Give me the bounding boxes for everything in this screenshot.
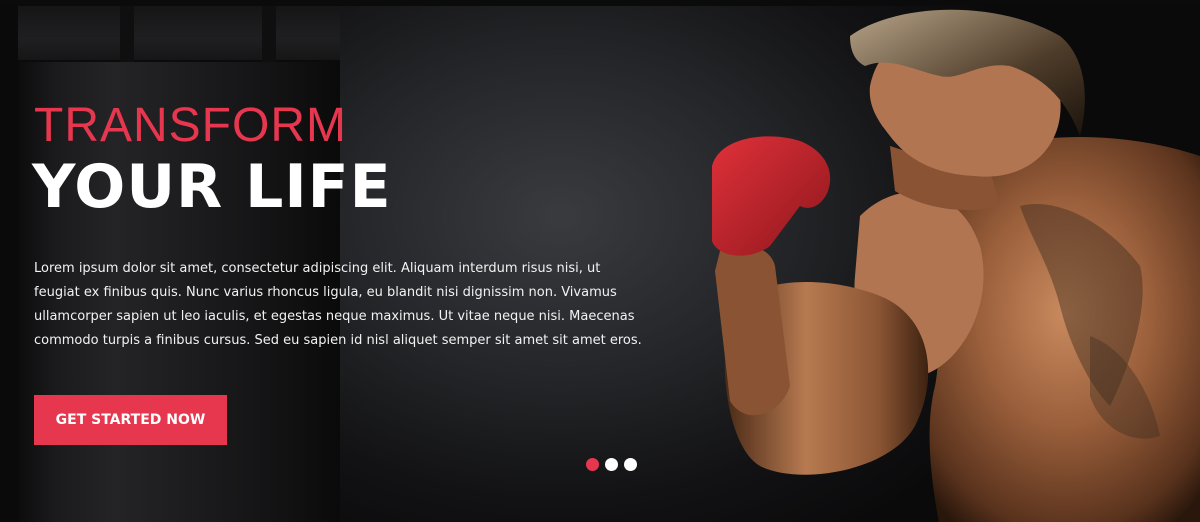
- slider-dot-1[interactable]: [586, 458, 599, 471]
- hero-body-text: Lorem ipsum dolor sit amet, consectetur …: [34, 261, 642, 348]
- get-started-button[interactable]: GET STARTED NOW: [34, 395, 227, 445]
- hero-slider: TRANSFORM YOUR LIFE Lorem ipsum dolor si…: [0, 0, 1200, 522]
- slider-dot-2[interactable]: [605, 458, 618, 471]
- slider-dot-3[interactable]: [624, 458, 637, 471]
- hero-title-line2: YOUR LIFE: [32, 152, 392, 222]
- hero-title-line1: TRANSFORM: [34, 99, 347, 152]
- slider-dots: [586, 458, 637, 471]
